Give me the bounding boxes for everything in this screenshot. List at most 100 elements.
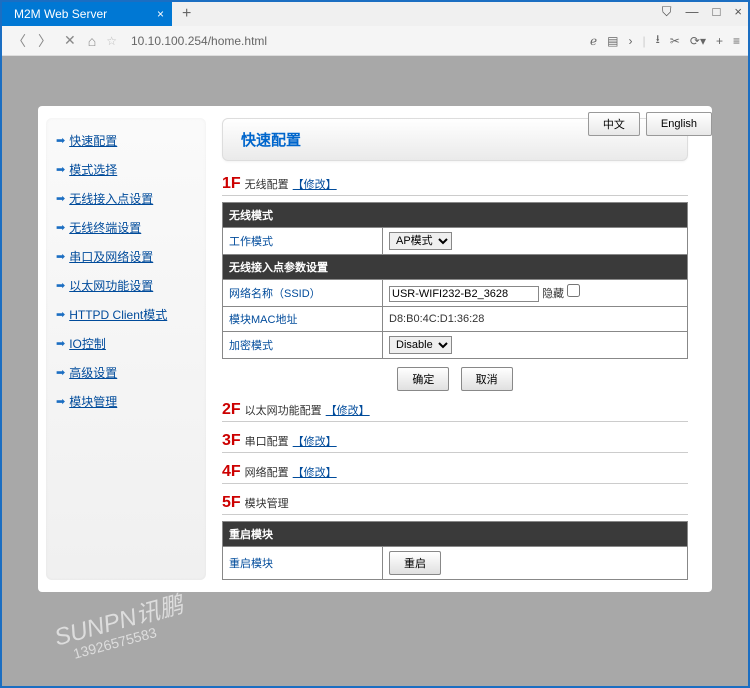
encrypt-label: 加密模式 — [223, 332, 383, 359]
refresh-icon[interactable]: ⟳▾ — [690, 34, 706, 48]
address-bar: 〈 〉 ✕ ⌂ ☆ 10.10.100.254/home.html ℯ ▤ › … — [2, 26, 748, 56]
arrow-icon: ➡ — [56, 308, 65, 321]
encrypt-select[interactable]: Disable — [389, 336, 452, 354]
sidebar-item-label: 模式选择 — [69, 161, 117, 178]
favorite-icon[interactable]: ☆ — [106, 34, 117, 48]
table-header: 无线接入点参数设置 — [223, 255, 688, 280]
section-label: 无线配置 — [245, 176, 289, 192]
maximize-icon[interactable]: □ — [713, 4, 721, 20]
cancel-button[interactable]: 取消 — [461, 367, 513, 391]
cut-icon[interactable]: ✂ — [670, 34, 680, 48]
sidebar-item-label: 以太网功能设置 — [69, 277, 153, 294]
arrow-icon: ➡ — [56, 163, 65, 176]
sidebar-item-label: 无线终端设置 — [69, 219, 141, 236]
reader-icon[interactable]: ℯ — [590, 34, 597, 48]
mac-label: 模块MAC地址 — [223, 307, 383, 332]
section-edit-link[interactable]: 【修改】 — [293, 433, 337, 449]
section-number: 3F — [222, 432, 241, 450]
sidebar-item-serial-network[interactable]: ➡ 串口及网络设置 — [50, 242, 202, 271]
confirm-button[interactable]: 确定 — [397, 367, 449, 391]
section-4-header: 4F 网络配置 【修改】 — [222, 463, 688, 484]
sidebar-item-label: 串口及网络设置 — [69, 248, 153, 265]
sidebar-item-label: 高级设置 — [69, 364, 117, 381]
page-title: 快速配置 — [241, 132, 301, 149]
browser-tab[interactable]: M2M Web Server × — [2, 2, 172, 26]
section-5-header: 5F 模块管理 — [222, 494, 688, 515]
sidebar: ➡ 快速配置 ➡ 模式选择 ➡ 无线接入点设置 ➡ 无线终端设置 ➡ 串口及网络设置 ➡ 以… — [46, 118, 206, 580]
section-edit-link[interactable]: 【修改】 — [293, 176, 337, 192]
sidebar-item-ap-settings[interactable]: ➡ 无线接入点设置 — [50, 184, 202, 213]
section-label: 网络配置 — [245, 464, 289, 480]
add-icon[interactable]: + — [716, 34, 723, 48]
arrow-icon: ➡ — [56, 192, 65, 205]
tab-title: M2M Web Server — [14, 7, 107, 21]
sidebar-item-httpd-client[interactable]: ➡ HTTPD Client模式 — [50, 300, 202, 329]
restart-label: 重启模块 — [223, 547, 383, 580]
sidebar-item-ethernet[interactable]: ➡ 以太网功能设置 — [50, 271, 202, 300]
arrow-icon: ➡ — [56, 337, 65, 350]
arrow-icon: ➡ — [56, 366, 65, 379]
main-panel: ➡ 快速配置 ➡ 模式选择 ➡ 无线接入点设置 ➡ 无线终端设置 ➡ 串口及网络设置 ➡ 以… — [38, 106, 712, 592]
shield-icon[interactable]: ⛉ — [662, 4, 672, 20]
section-number: 2F — [222, 401, 241, 419]
section-edit-link[interactable]: 【修改】 — [293, 464, 337, 480]
window-controls: ⛉ — □ × — [662, 4, 742, 20]
section-1-header: 1F 无线配置 【修改】 — [222, 175, 688, 196]
section-number: 4F — [222, 463, 241, 481]
arrow-icon: ➡ — [56, 395, 65, 408]
home-icon[interactable]: ⌂ — [86, 33, 98, 49]
arrow-icon: ➡ — [56, 221, 65, 234]
wireless-config-table: 无线模式 工作模式 AP模式 无线接入点参数设置 网络名称（SSID） 隐藏 — [222, 202, 688, 359]
hide-ssid-checkbox[interactable] — [567, 284, 580, 297]
ssid-label: 网络名称（SSID） — [223, 280, 383, 307]
sidebar-item-label: IO控制 — [69, 335, 106, 352]
new-tab-button[interactable]: + — [172, 5, 201, 23]
tab-close-icon[interactable]: × — [157, 7, 164, 21]
tab-bar: M2M Web Server × + ⛉ — □ × — [2, 2, 748, 26]
restart-button[interactable]: 重启 — [389, 551, 441, 575]
url-field[interactable]: 10.10.100.254/home.html — [125, 34, 582, 48]
sidebar-item-module-manage[interactable]: ➡ 模块管理 — [50, 387, 202, 416]
mac-value: D8:B0:4C:D1:36:28 — [383, 307, 688, 332]
work-mode-select[interactable]: AP模式 — [389, 232, 452, 250]
hide-label: 隐藏 — [542, 288, 564, 300]
sidebar-item-label: HTTPD Client模式 — [69, 306, 167, 323]
section-label: 以太网功能配置 — [245, 402, 322, 418]
table-header: 重启模块 — [223, 522, 688, 547]
sidebar-item-quick-config[interactable]: ➡ 快速配置 — [50, 126, 202, 155]
table-header: 无线模式 — [223, 203, 688, 228]
work-mode-label: 工作模式 — [223, 228, 383, 255]
ssid-input[interactable] — [389, 286, 539, 302]
download-icon[interactable]: ⭳ — [656, 30, 660, 51]
sidebar-item-terminal-settings[interactable]: ➡ 无线终端设置 — [50, 213, 202, 242]
page-content: 中文 English ➡ 快速配置 ➡ 模式选择 ➡ 无线接入点设置 ➡ 无线终端设置 … — [2, 56, 748, 686]
section-label: 串口配置 — [245, 433, 289, 449]
minimize-icon[interactable]: — — [686, 4, 699, 20]
notes-icon[interactable]: ▤ — [607, 34, 618, 48]
section-edit-link[interactable]: 【修改】 — [326, 402, 370, 418]
sidebar-item-advanced[interactable]: ➡ 高级设置 — [50, 358, 202, 387]
arrow-icon: ➡ — [56, 250, 65, 263]
sidebar-item-label: 无线接入点设置 — [69, 190, 153, 207]
sidebar-item-label: 快速配置 — [69, 132, 117, 149]
arrow-icon: ➡ — [56, 134, 65, 147]
sidebar-item-label: 模块管理 — [69, 393, 117, 410]
sidebar-item-io-control[interactable]: ➡ IO控制 — [50, 329, 202, 358]
back-icon[interactable]: 〈 — [10, 31, 28, 51]
lang-chinese-button[interactable]: 中文 — [588, 112, 640, 136]
arrow-icon: ➡ — [56, 279, 65, 292]
section-number: 1F — [222, 175, 241, 193]
sidebar-item-mode-select[interactable]: ➡ 模式选择 — [50, 155, 202, 184]
chevron-right-icon[interactable]: › — [629, 34, 633, 48]
browser-window: M2M Web Server × + ⛉ — □ × 〈 〉 ✕ ⌂ ☆ 10.… — [0, 0, 750, 688]
menu-icon[interactable]: ≡ — [733, 34, 740, 48]
close-window-icon[interactable]: × — [734, 4, 742, 20]
lang-english-button[interactable]: English — [646, 112, 712, 136]
section-number: 5F — [222, 494, 241, 512]
stop-icon[interactable]: ✕ — [62, 32, 78, 49]
forward-icon[interactable]: 〉 — [36, 31, 54, 51]
section-label: 模块管理 — [245, 495, 289, 511]
content-area: 快速配置 1F 无线配置 【修改】 无线模式 工作模式 AP模式 无线接入点参数 — [206, 118, 704, 580]
section-2-header: 2F 以太网功能配置 【修改】 — [222, 401, 688, 422]
section-3-header: 3F 串口配置 【修改】 — [222, 432, 688, 453]
